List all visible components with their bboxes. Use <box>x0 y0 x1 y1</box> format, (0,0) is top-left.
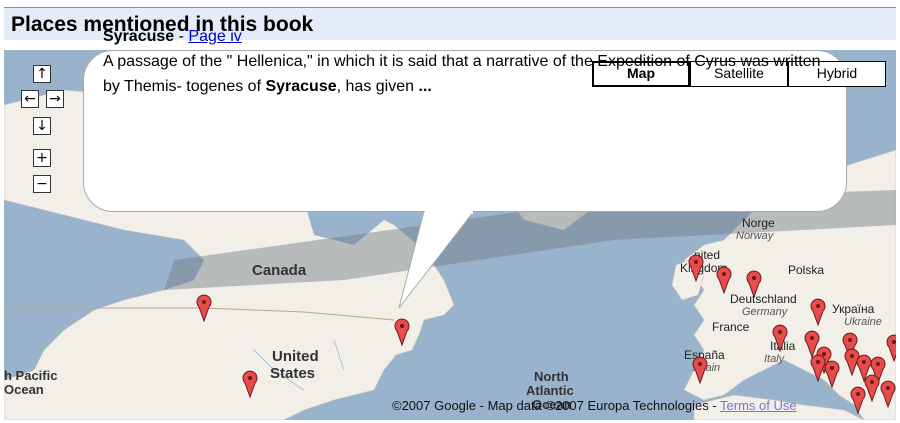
info-window-heading: Syracuse - Page iv <box>103 24 833 49</box>
snippet-ellipsis: ... <box>418 78 432 95</box>
terms-of-use-link[interactable]: Terms of Use <box>720 398 797 413</box>
snippet-text: A passage of the " Hellenica," in which … <box>103 49 833 99</box>
snippet-before: A passage of the " Hellenica," in which … <box>103 53 821 95</box>
page-link[interactable]: Page iv <box>188 28 241 45</box>
copyright-text: ©2007 Google - Map data ©2007 Europa Tec… <box>392 398 721 413</box>
info-window-content: Syracuse - Page iv A passage of the " He… <box>103 24 833 99</box>
place-name: Syracuse <box>103 28 175 45</box>
snippet-after: , has given <box>336 78 419 95</box>
info-window-tail-cover <box>425 208 473 214</box>
map-copyright: ©2007 Google - Map data ©2007 Europa Tec… <box>392 398 797 413</box>
map-viewport[interactable]: Canada United States h Pacific Ocean Nor… <box>4 50 896 420</box>
snippet-highlight: Syracuse <box>265 78 337 95</box>
heading-separator: - <box>174 28 189 45</box>
